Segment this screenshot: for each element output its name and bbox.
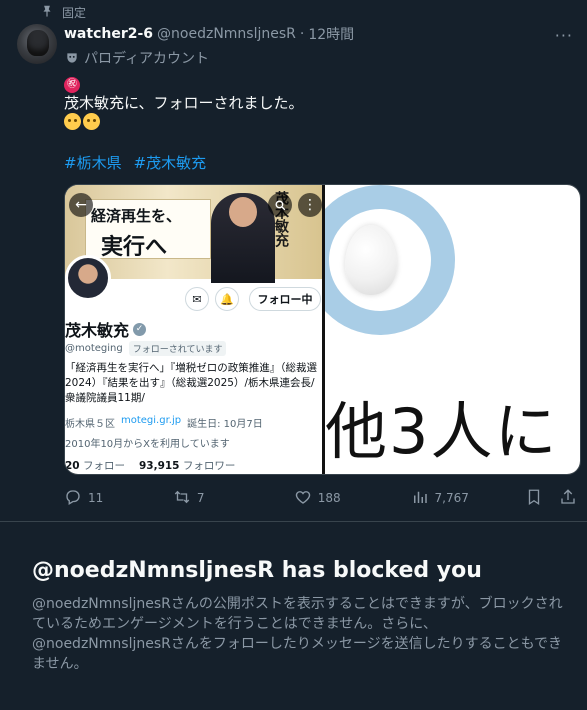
blocked-description: @noedzNmnsljnesRさんの公開ポストを表示することはできますが、ブロ… bbox=[32, 596, 563, 672]
bookmark-button[interactable] bbox=[525, 488, 559, 509]
profile-meta: 栃木県５区 motegi.gr.jp 誕生日: 10月7日 bbox=[65, 415, 263, 430]
follows-you-badge: フォローされています bbox=[128, 341, 227, 356]
profile-bio: 「経済再生を実行へ」『増税ゼロの政策推進』（総裁選2024）『結果を出す』（総裁… bbox=[65, 362, 317, 404]
others-notification-text: 他3人に bbox=[325, 395, 559, 468]
pin-icon bbox=[40, 4, 54, 21]
section-divider bbox=[0, 521, 587, 522]
views-count: 7,767 bbox=[434, 491, 469, 505]
hashtags: #栃木県 #茂木敏充 bbox=[64, 152, 206, 173]
tweet-text: ㊗ 茂木敏充に、フォローされました。 bbox=[64, 72, 304, 135]
search-icon bbox=[268, 193, 292, 217]
tweet-text-line: 茂木敏充に、フォローされました。 bbox=[64, 94, 304, 112]
profile-screenshot-image[interactable]: 経済再生を、 実行へ 茂木敏充 ← ⋮ ✉ 🔔 フォロー中 茂木敏充 ✓ @mo… bbox=[65, 185, 322, 474]
hashtag-link[interactable]: #茂木敏充 bbox=[134, 152, 207, 173]
repost-button[interactable]: 7 bbox=[173, 488, 294, 509]
profile-avatar bbox=[65, 255, 111, 301]
heart-icon bbox=[294, 488, 312, 509]
more-vertical-icon: ⋮ bbox=[298, 193, 322, 217]
pinned-label: 固定 bbox=[62, 6, 87, 20]
profile-name: 茂木敏充 ✓ bbox=[65, 317, 147, 341]
bell-plus-icon: 🔔 bbox=[215, 287, 239, 311]
banner-slogan-line2: 実行へ bbox=[101, 234, 168, 260]
dot-separator: · bbox=[299, 26, 305, 42]
back-arrow-icon: ← bbox=[69, 193, 93, 217]
banner-portrait bbox=[211, 193, 275, 283]
followers-count: 93,915 bbox=[138, 460, 180, 472]
hashtag-link[interactable]: #栃木県 bbox=[64, 152, 122, 173]
message-icon: ✉ bbox=[185, 287, 209, 311]
hugging-face-emoji bbox=[64, 113, 100, 130]
share-button[interactable] bbox=[559, 488, 577, 509]
followers-label: フォロワー bbox=[182, 460, 236, 472]
timestamp[interactable]: 12時間 bbox=[308, 24, 354, 44]
views-button[interactable]: 7,767 bbox=[411, 488, 526, 509]
handle[interactable]: @noedzNmnsljnesR bbox=[157, 26, 296, 42]
repost-icon bbox=[173, 488, 191, 509]
tweet-header: watcher2-6 @noedzNmnsljnesR · 12時間 bbox=[64, 24, 577, 44]
parody-text: パロディアカウント bbox=[84, 51, 210, 67]
analytics-icon bbox=[411, 488, 429, 509]
following-label: フォロー bbox=[82, 460, 125, 472]
notification-screenshot-image[interactable]: 他3人に bbox=[325, 185, 580, 474]
like-button[interactable]: 188 bbox=[294, 488, 411, 509]
pinned-indicator: 固定 bbox=[40, 4, 86, 21]
tweet-media[interactable]: 経済再生を、 実行へ 茂木敏充 ← ⋮ ✉ 🔔 フォロー中 茂木敏充 ✓ @mo… bbox=[64, 184, 581, 475]
following-count: 20 bbox=[65, 460, 80, 472]
reply-button[interactable]: 11 bbox=[64, 488, 173, 509]
profile-counts: 20 フォロー 93,915 フォロワー bbox=[65, 458, 235, 473]
website-link: motegi.gr.jp bbox=[121, 415, 182, 426]
location-text: 栃木県５区 bbox=[65, 419, 115, 430]
share-icon bbox=[559, 488, 577, 509]
mask-icon bbox=[64, 51, 79, 66]
reply-icon bbox=[64, 488, 82, 509]
like-count: 188 bbox=[317, 491, 341, 505]
reply-count: 11 bbox=[88, 491, 104, 505]
profile-name-text: 茂木敏充 bbox=[65, 321, 130, 340]
blocked-title: @noedzNmnsljnesR has blocked you bbox=[32, 558, 482, 583]
joined-text: 2010年10月からXを利用しています bbox=[65, 439, 230, 450]
birthday-text: 誕生日: 10月7日 bbox=[187, 419, 263, 430]
congratulations-emoji: ㊗ bbox=[64, 77, 80, 93]
display-name[interactable]: watcher2-6 bbox=[64, 26, 153, 42]
more-options-icon[interactable]: ··· bbox=[555, 26, 573, 45]
parody-label: パロディアカウント bbox=[64, 48, 209, 68]
banner-slogan-line1: 経済再生を、 bbox=[91, 207, 182, 225]
repost-count: 7 bbox=[196, 491, 205, 505]
following-button: フォロー中 bbox=[249, 287, 321, 311]
tweet-actions: 11 7 188 7,767 bbox=[64, 486, 577, 510]
verified-badge-icon: ✓ bbox=[133, 322, 147, 336]
avatar[interactable] bbox=[17, 24, 57, 64]
profile-handle: @moteging bbox=[65, 343, 123, 354]
bookmark-icon bbox=[525, 488, 543, 509]
profile-handle-row: @moteging フォローされています bbox=[65, 341, 227, 356]
